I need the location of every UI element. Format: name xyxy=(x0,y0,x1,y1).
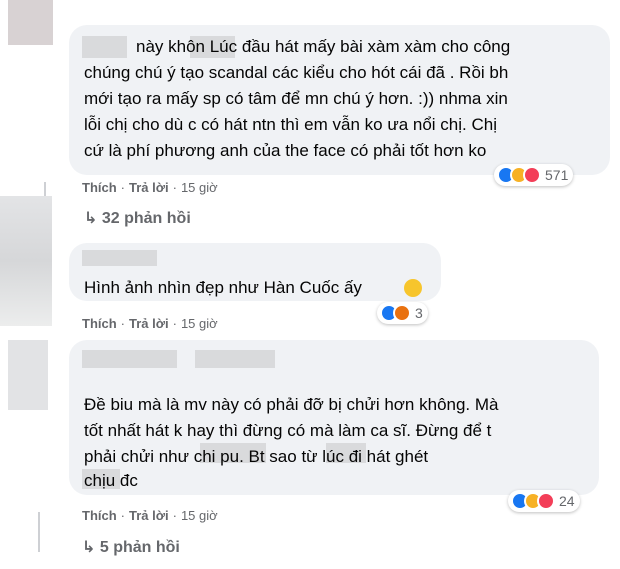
reply-arrow-icon: ↳ xyxy=(82,539,96,556)
avatar xyxy=(0,196,52,326)
avatar xyxy=(8,340,48,410)
redacted-name xyxy=(195,350,275,368)
view-replies-link[interactable]: ↳ 5 phản hồi xyxy=(82,537,180,557)
comment-line: tốt nhất hát k hay thì đừng có mà làm ca… xyxy=(84,421,492,440)
reply-button[interactable]: Trả lời xyxy=(129,508,169,523)
avatar xyxy=(8,0,53,45)
love-icon xyxy=(537,492,555,510)
like-button[interactable]: Thích xyxy=(82,180,117,195)
replies-count: 5 phản hồi xyxy=(99,539,180,556)
reply-button[interactable]: Trả lời xyxy=(129,316,169,331)
comment-line: chịu đc xyxy=(84,471,138,490)
redacted-name xyxy=(82,250,157,266)
reaction-count: 24 xyxy=(559,493,575,509)
grin-emoji-icon xyxy=(404,279,422,297)
comment-actions: Thích · Trả lời · 15 giờ xyxy=(82,508,218,523)
love-icon xyxy=(523,166,541,184)
comment-actions: Thích · Trả lời · 15 giờ xyxy=(82,316,218,331)
thread-line xyxy=(38,512,40,552)
comment-line: phải chửi như chi pu. Bt sao từ lúc đi h… xyxy=(84,447,429,466)
timestamp[interactable]: 15 giờ xyxy=(181,316,218,331)
comment-line: lỗi chị cho dù c có hát ntn thì em vẫn k… xyxy=(84,115,497,134)
timestamp[interactable]: 15 giờ xyxy=(181,180,218,195)
comment-line: chúng chú ý tạo scandal các kiểu cho hót… xyxy=(84,63,509,82)
reaction-summary[interactable]: 571 xyxy=(494,164,574,186)
comment-line: này khôn Lúc đầu hát mấy bài xàm xàm cho… xyxy=(136,37,511,56)
like-button[interactable]: Thích xyxy=(82,508,117,523)
comment-line: mới tạo ra mấy sp có tâm để mn chú ý hơn… xyxy=(84,89,508,108)
angry-icon xyxy=(393,304,411,322)
reaction-count: 571 xyxy=(545,167,569,183)
comment-line: Hình ảnh nhìn đẹp như Hàn Cuốc ấy xyxy=(84,278,362,297)
reaction-summary[interactable]: 3 xyxy=(377,302,428,324)
reaction-summary[interactable]: 24 xyxy=(508,490,580,512)
replies-count: 32 phản hồi xyxy=(101,210,191,227)
comment-actions: Thích · Trả lời · 15 giờ xyxy=(82,180,218,195)
redacted-name xyxy=(82,350,177,368)
view-replies-link[interactable]: ↳ 32 phản hồi xyxy=(84,208,191,228)
like-button[interactable]: Thích xyxy=(82,316,117,331)
reply-button[interactable]: Trả lời xyxy=(129,180,169,195)
reply-arrow-icon: ↳ xyxy=(84,210,98,227)
comment-line: Đề biu mà là mv này có phải đỡ bị chửi h… xyxy=(84,395,499,414)
reaction-count: 3 xyxy=(415,305,423,321)
timestamp[interactable]: 15 giờ xyxy=(181,508,218,523)
comment-line: cứ là phí phương anh của the face có phả… xyxy=(84,141,487,160)
redacted-name xyxy=(82,36,127,58)
